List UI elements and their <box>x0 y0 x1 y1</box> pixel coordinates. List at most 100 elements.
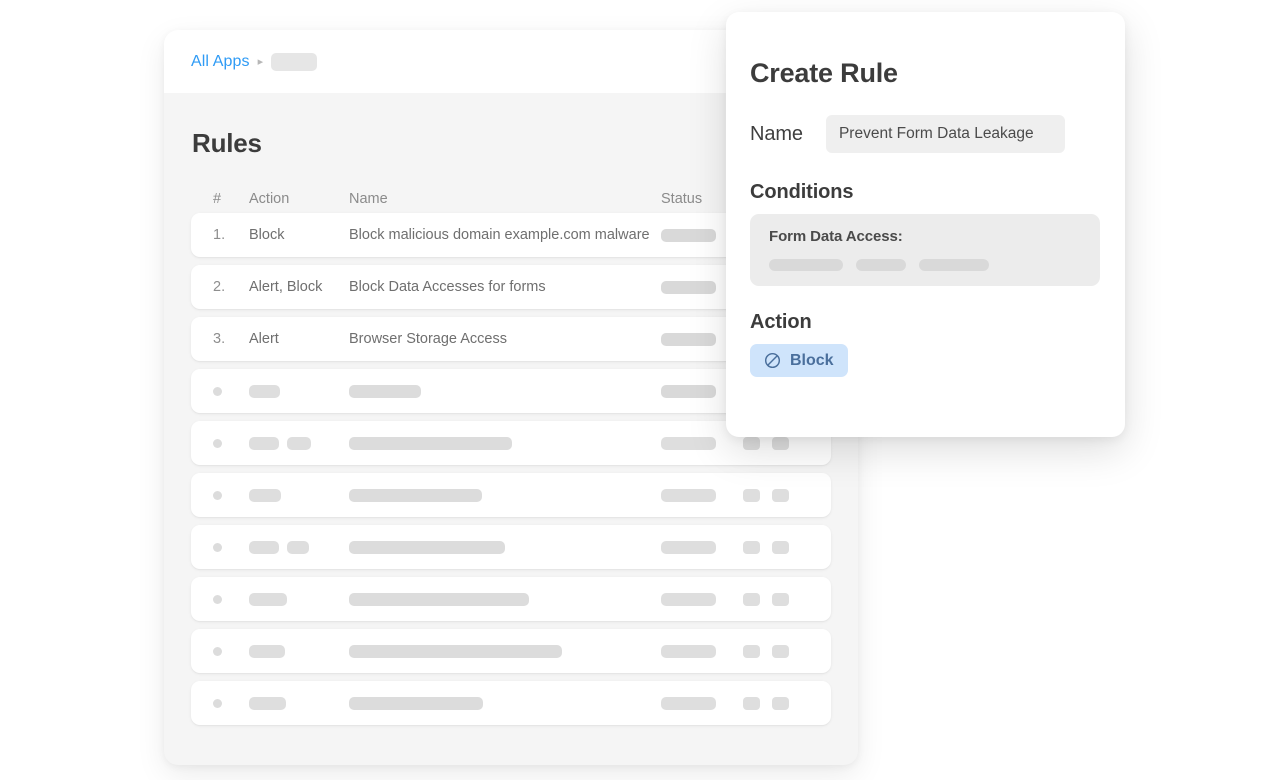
row-controls <box>743 488 809 502</box>
condition-card[interactable]: Form Data Access: <box>750 214 1100 286</box>
status-placeholder <box>661 540 716 554</box>
action-placeholder <box>249 436 279 450</box>
status-placeholder <box>661 696 716 710</box>
table-row[interactable] <box>191 577 831 621</box>
row-number: 1. <box>213 227 226 243</box>
condition-value-placeholder <box>769 259 843 271</box>
row-action: Alert <box>249 331 279 347</box>
row-name <box>349 644 661 658</box>
name-placeholder <box>349 384 421 398</box>
name-placeholder <box>349 540 505 554</box>
row-control-placeholder[interactable] <box>743 696 760 710</box>
rule-name-input[interactable] <box>825 115 1065 153</box>
row-control-placeholder[interactable] <box>743 540 760 554</box>
action-placeholder <box>287 540 309 554</box>
row-status-dot <box>213 490 222 500</box>
row-control-placeholder[interactable] <box>743 644 760 658</box>
row-name <box>349 540 661 554</box>
row-status <box>661 436 743 450</box>
status-placeholder <box>661 228 716 242</box>
row-action: Alert, Block <box>249 279 323 295</box>
row-status-dot <box>213 698 222 708</box>
status-placeholder <box>661 332 716 346</box>
row-number: 2. <box>213 279 226 295</box>
row-action <box>249 540 349 554</box>
row-status-dot <box>213 646 222 656</box>
row-number <box>213 698 249 708</box>
row-controls <box>743 540 809 554</box>
row-control-placeholder[interactable] <box>772 488 789 502</box>
breadcrumb: All Apps ▸ <box>191 52 318 71</box>
table-row[interactable] <box>191 681 831 725</box>
row-name <box>349 488 661 502</box>
status-placeholder <box>661 436 716 450</box>
condition-value-placeholder <box>856 259 906 271</box>
row-controls <box>743 592 809 606</box>
table-row[interactable] <box>191 629 831 673</box>
row-status <box>661 488 743 502</box>
action-badge-label: Block <box>790 351 834 369</box>
row-status-dot <box>213 594 222 604</box>
row-action <box>249 488 349 502</box>
row-number <box>213 386 249 396</box>
row-number <box>213 438 249 448</box>
name-field-label: Name <box>750 122 803 145</box>
row-control-placeholder[interactable] <box>772 436 789 450</box>
column-header-name: Name <box>349 191 388 207</box>
row-status-dot <box>213 386 222 396</box>
column-header-number: # <box>213 191 222 207</box>
name-placeholder <box>349 644 562 658</box>
row-action <box>249 436 349 450</box>
table-row[interactable] <box>191 473 831 517</box>
row-action <box>249 644 349 658</box>
row-name <box>349 592 661 606</box>
row-name: Block malicious domain example.com malwa… <box>349 227 650 243</box>
row-control-placeholder[interactable] <box>743 436 760 450</box>
row-control-placeholder[interactable] <box>743 488 760 502</box>
conditions-section-title: Conditions <box>750 181 854 203</box>
row-status <box>661 696 743 710</box>
row-status-dot <box>213 542 222 552</box>
row-control-placeholder[interactable] <box>743 592 760 606</box>
row-name <box>349 384 661 398</box>
row-status <box>661 644 743 658</box>
condition-value-placeholders <box>769 259 1100 271</box>
action-placeholder <box>249 488 281 502</box>
action-placeholder <box>249 540 279 554</box>
column-header-action: Action <box>249 191 290 207</box>
table-row[interactable] <box>191 525 831 569</box>
row-control-placeholder[interactable] <box>772 592 789 606</box>
action-placeholder <box>249 384 280 398</box>
name-placeholder <box>349 436 512 450</box>
action-block-badge[interactable]: Block <box>750 344 848 377</box>
name-placeholder <box>349 696 483 710</box>
breadcrumb-link-all-apps[interactable]: All Apps <box>191 53 250 71</box>
action-section-title: Action <box>750 311 812 333</box>
row-action <box>249 592 349 606</box>
row-action: Block <box>249 227 285 243</box>
row-controls <box>743 436 809 450</box>
row-control-placeholder[interactable] <box>772 644 789 658</box>
action-placeholder <box>287 436 311 450</box>
action-placeholder <box>249 644 285 658</box>
row-control-placeholder[interactable] <box>772 540 789 554</box>
row-number: 3. <box>213 331 226 347</box>
row-number <box>213 646 249 656</box>
name-field-row: Name <box>750 115 1097 153</box>
breadcrumb-current-placeholder[interactable] <box>271 52 318 71</box>
condition-label: Form Data Access: <box>769 228 903 245</box>
status-placeholder <box>661 644 716 658</box>
row-controls <box>743 644 809 658</box>
row-name <box>349 696 661 710</box>
row-status <box>661 592 743 606</box>
action-placeholder <box>249 592 287 606</box>
name-placeholder <box>349 488 482 502</box>
row-control-placeholder[interactable] <box>772 696 789 710</box>
row-status-dot <box>213 438 222 448</box>
block-icon <box>764 352 781 369</box>
screenshot-stage: All Apps ▸ Rules # Action Name Status 1.… <box>0 0 1280 780</box>
row-number <box>213 490 249 500</box>
row-number <box>213 542 249 552</box>
row-name: Block Data Accesses for forms <box>349 279 546 295</box>
status-placeholder <box>661 384 716 398</box>
